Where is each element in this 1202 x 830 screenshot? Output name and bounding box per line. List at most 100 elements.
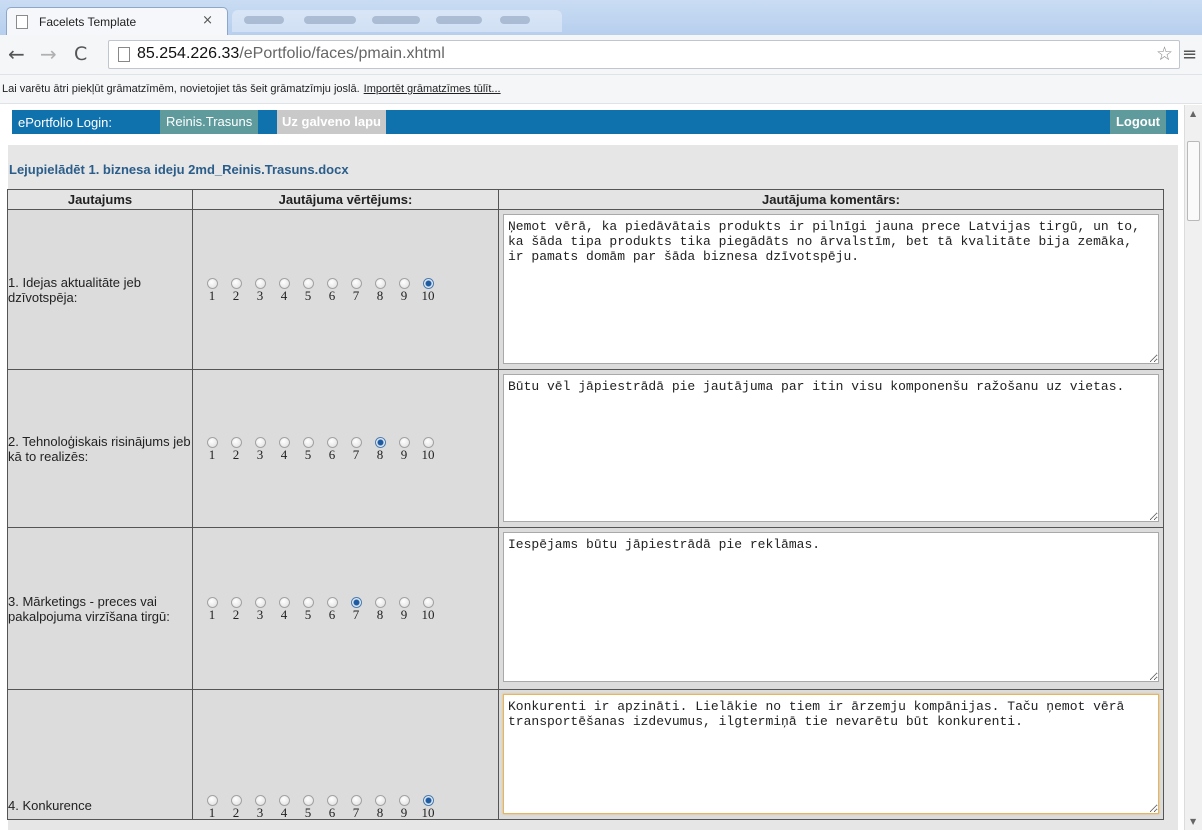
login-label: ePortfolio Login: bbox=[18, 115, 112, 130]
rating-radio-3[interactable] bbox=[254, 436, 266, 448]
download-document-link[interactable]: Lejupielādēt 1. biznesa ideju 2md_Reinis… bbox=[9, 162, 349, 177]
rating-value-label: 1 bbox=[208, 287, 216, 303]
url-host: 85.254.226.33 bbox=[137, 45, 240, 62]
rating-radio-4[interactable] bbox=[278, 596, 290, 608]
comment-textarea[interactable]: Ņemot vērā, ka piedāvātais produkts ir p… bbox=[503, 214, 1159, 364]
rating-cell: 1 2 3 4 5 6 7 8 9 10 bbox=[192, 527, 499, 690]
bookmarks-hint-text: Lai varētu ātri piekļūt grāmatzīmēm, nov… bbox=[2, 83, 360, 95]
rating-radio-10[interactable] bbox=[422, 596, 434, 608]
rating-radio-7[interactable] bbox=[350, 436, 362, 448]
comment-textarea[interactable]: Būtu vēl jāpiestrādā pie jautājuma par i… bbox=[503, 374, 1159, 522]
import-bookmarks-link[interactable]: Importēt grāmatzīmes tūlīt... bbox=[364, 83, 501, 95]
comment-textarea[interactable]: Iespējams būtu jāpiestrādā pie reklāmas. bbox=[503, 532, 1159, 682]
rating-radio-9[interactable] bbox=[398, 596, 410, 608]
rating-radio-5[interactable] bbox=[302, 277, 314, 289]
rating-value-label: 10 bbox=[421, 606, 435, 622]
column-header-question: Jautajums bbox=[7, 189, 193, 210]
rating-option: 3 bbox=[248, 795, 272, 819]
rating-radio-3[interactable] bbox=[254, 277, 266, 289]
tab-close-icon[interactable]: × bbox=[202, 13, 213, 28]
rating-option: 7 bbox=[344, 436, 368, 461]
rating-value-label: 2 bbox=[232, 606, 240, 622]
rating-option: 10 bbox=[416, 795, 440, 819]
rating-radio-10[interactable] bbox=[422, 436, 434, 448]
rating-option: 7 bbox=[344, 596, 368, 621]
tab-title: Facelets Template bbox=[39, 15, 137, 29]
browser-menu-icon[interactable]: ≡ bbox=[1182, 44, 1197, 65]
rating-radio-1[interactable] bbox=[206, 436, 218, 448]
vertical-scrollbar[interactable]: ▲ ▼ bbox=[1184, 105, 1202, 830]
address-url[interactable]: 85.254.226.33/ePortfolio/faces/pmain.xht… bbox=[137, 45, 445, 63]
scroll-down-icon[interactable]: ▼ bbox=[1190, 817, 1196, 826]
rating-value-label: 8 bbox=[376, 446, 384, 462]
rating-value-label: 4 bbox=[280, 287, 288, 303]
rating-option: 8 bbox=[368, 795, 392, 819]
rating-radio-2[interactable] bbox=[230, 596, 242, 608]
rating-option: 8 bbox=[368, 436, 392, 462]
rating-value-label: 5 bbox=[304, 287, 312, 303]
home-page-link[interactable]: Uz galveno lapu bbox=[277, 110, 386, 134]
rating-radio-1[interactable] bbox=[206, 596, 218, 608]
bookmark-star-icon[interactable]: ☆ bbox=[1156, 43, 1173, 65]
back-icon[interactable]: ← bbox=[8, 43, 25, 65]
page-document-icon bbox=[118, 47, 130, 62]
rating-option: 7 bbox=[344, 277, 368, 303]
rating-radio-9[interactable] bbox=[398, 436, 410, 448]
rating-value-label: 6 bbox=[328, 606, 336, 622]
rating-radio-6[interactable] bbox=[326, 277, 338, 289]
rating-radio-7[interactable] bbox=[350, 277, 362, 289]
rating-option: 6 bbox=[320, 436, 344, 461]
rating-radio-6[interactable] bbox=[326, 596, 338, 608]
browser-titlebar: Facelets Template × bbox=[0, 0, 1202, 36]
rating-option: 2 bbox=[224, 795, 248, 819]
scrollbar-thumb[interactable] bbox=[1187, 141, 1200, 221]
question-label: 2. Tehnoloģiskais risinājums jeb kā to r… bbox=[7, 369, 193, 528]
rating-value-label: 1 bbox=[208, 606, 216, 622]
rating-value-label: 3 bbox=[256, 446, 264, 462]
rating-option: 8 bbox=[368, 596, 392, 621]
bookmarks-bar: Lai varētu ātri piekļūt grāmatzīmēm, nov… bbox=[0, 75, 1202, 104]
rating-option: 1 bbox=[200, 795, 224, 819]
rating-option: 2 bbox=[224, 596, 248, 622]
comment-cell: Ņemot vērā, ka piedāvātais produkts ir p… bbox=[498, 209, 1164, 370]
address-bar[interactable]: 85.254.226.33/ePortfolio/faces/pmain.xht… bbox=[108, 40, 1180, 69]
rating-radio-8[interactable] bbox=[374, 596, 386, 608]
rating-radio-10[interactable] bbox=[422, 277, 434, 289]
username-link[interactable]: Reinis.Trasuns bbox=[160, 110, 259, 134]
rating-radio-4[interactable] bbox=[278, 277, 290, 289]
rating-radio-4[interactable] bbox=[278, 436, 290, 448]
rating-radio-5[interactable] bbox=[302, 436, 314, 448]
rating-radio-8[interactable] bbox=[374, 277, 386, 289]
browser-tab-blurred[interactable] bbox=[232, 10, 562, 32]
reload-icon[interactable]: C bbox=[74, 43, 87, 65]
forward-icon[interactable]: → bbox=[40, 43, 57, 65]
scroll-up-icon[interactable]: ▲ bbox=[1190, 109, 1196, 118]
rating-value-label: 3 bbox=[256, 805, 264, 820]
rating-value-label: 8 bbox=[376, 805, 384, 820]
rating-radio-3[interactable] bbox=[254, 596, 266, 608]
rating-value-label: 9 bbox=[400, 805, 408, 820]
page-viewport: ePortfolio Login: Reinis.Trasuns Uz galv… bbox=[0, 105, 1184, 830]
rating-radio-5[interactable] bbox=[302, 596, 314, 608]
rating-value-label: 7 bbox=[352, 287, 360, 303]
bookmarks-bar-message: Lai varētu ātri piekļūt grāmatzīmēm, nov… bbox=[2, 83, 501, 95]
table-row: 3. Mārketings - preces vai pakalpojuma v… bbox=[7, 527, 1164, 690]
rating-value-label: 5 bbox=[304, 805, 312, 820]
rating-radio-8[interactable] bbox=[374, 436, 386, 448]
rating-radio-2[interactable] bbox=[230, 436, 242, 448]
rating-radio-6[interactable] bbox=[326, 436, 338, 448]
browser-tab-active[interactable]: Facelets Template × bbox=[6, 7, 228, 36]
rating-radio-7[interactable] bbox=[350, 596, 362, 608]
question-label: 1. Idejas aktualitāte jeb dzīvotspēja: bbox=[7, 209, 193, 370]
rating-radio-1[interactable] bbox=[206, 277, 218, 289]
comment-textarea[interactable]: Konkurenti ir apzināti. Lielākie no tiem… bbox=[503, 694, 1159, 814]
rating-option: 10 bbox=[416, 277, 440, 302]
rating-option: 10 bbox=[416, 596, 440, 622]
rating-radio-group: 1 2 3 4 5 6 7 8 9 10 bbox=[193, 795, 498, 819]
rating-radio-2[interactable] bbox=[230, 277, 242, 289]
rating-option: 8 bbox=[368, 277, 392, 302]
rating-value-label: 7 bbox=[352, 805, 360, 820]
url-path: /ePortfolio/faces/pmain.xhtml bbox=[239, 45, 445, 62]
logout-button[interactable]: Logout bbox=[1109, 110, 1166, 134]
rating-radio-9[interactable] bbox=[398, 277, 410, 289]
